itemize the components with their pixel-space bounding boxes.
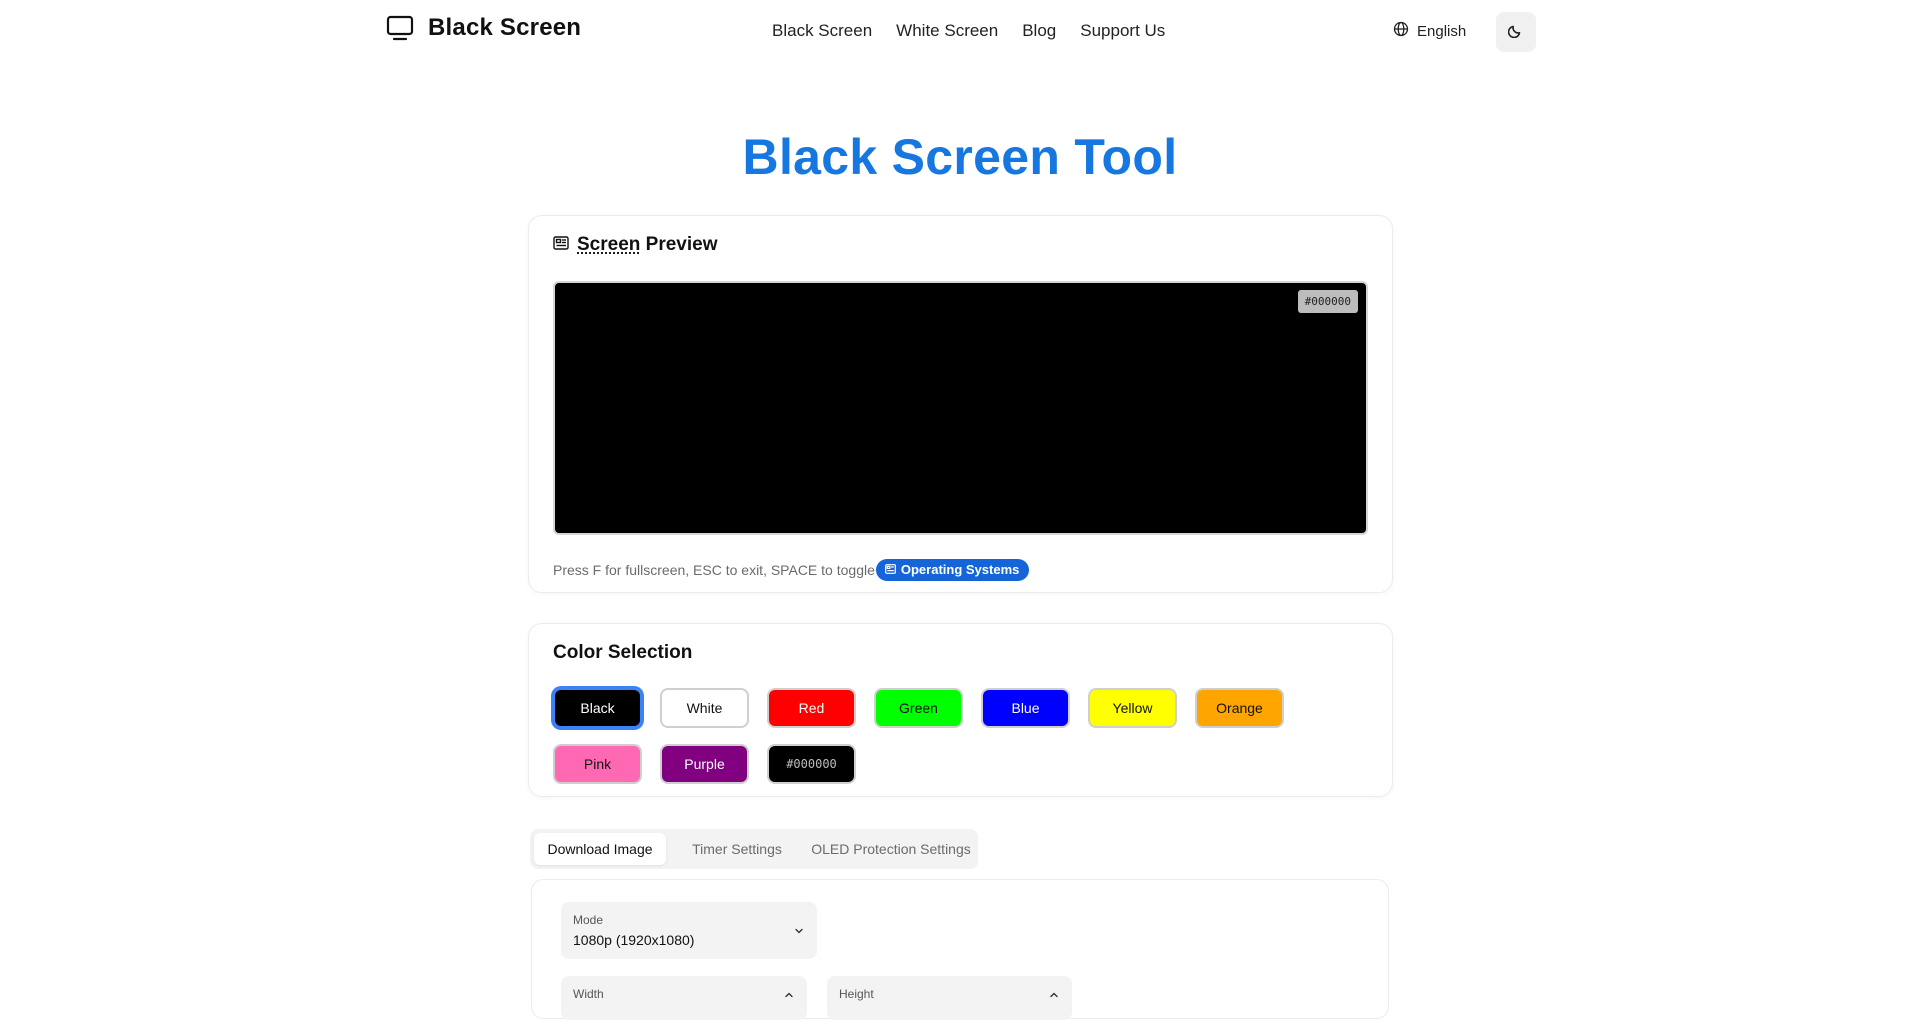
nav-blog[interactable]: Blog xyxy=(1022,21,1056,41)
tab-oled-protection-settings[interactable]: OLED Protection Settings xyxy=(808,833,974,865)
height-stepper[interactable]: Height xyxy=(827,976,1072,1020)
color-swatch-orange[interactable]: Orange xyxy=(1195,688,1284,728)
chevron-down-icon xyxy=(793,924,805,942)
globe-icon xyxy=(1393,21,1409,41)
color-swatch-red[interactable]: Red xyxy=(767,688,856,728)
screen-preview-heading: Screen Preview xyxy=(553,234,717,256)
color-swatch-yellow[interactable]: Yellow xyxy=(1088,688,1177,728)
os-pill-label: Operating Systems xyxy=(901,562,1020,577)
main-nav: Black Screen White Screen Blog Support U… xyxy=(772,21,1165,41)
screen-preview-card: Screen Preview #000000 Press F for fulls… xyxy=(528,215,1393,593)
settings-tabs: Download Image Timer Settings OLED Prote… xyxy=(530,829,978,869)
mode-select[interactable]: Mode 1080p (1920x1080) xyxy=(561,902,817,959)
color-selection-heading: Color Selection xyxy=(553,642,692,664)
page-title: Black Screen Tool xyxy=(0,128,1920,186)
hex-color-badge: #000000 xyxy=(1298,290,1358,313)
nav-white-screen[interactable]: White Screen xyxy=(896,21,998,41)
screen-preview-heading-link[interactable]: Screen xyxy=(577,234,640,255)
language-selector[interactable]: English xyxy=(1393,21,1466,41)
color-swatch-green[interactable]: Green xyxy=(874,688,963,728)
theme-toggle-button[interactable] xyxy=(1496,12,1536,52)
keyboard-hint-text: Press F for fullscreen, ESC to exit, SPA… xyxy=(553,562,875,578)
width-label: Width xyxy=(573,987,604,1001)
color-selection-card: Color Selection Black White Red Green Blue Ye… xyxy=(528,623,1393,797)
color-swatch-pink[interactable]: Pink xyxy=(553,744,642,784)
height-label: Height xyxy=(839,987,874,1001)
preview-screen[interactable]: #000000 xyxy=(553,281,1368,535)
tab-download-image[interactable]: Download Image xyxy=(534,833,666,865)
color-swatch-purple[interactable]: Purple xyxy=(660,744,749,784)
color-swatch-black[interactable]: Black xyxy=(553,688,642,728)
download-image-panel: Mode 1080p (1920x1080) Width Height xyxy=(531,879,1389,1019)
nav-black-screen[interactable]: Black Screen xyxy=(772,21,872,41)
width-stepper[interactable]: Width xyxy=(561,976,807,1020)
screen-preview-icon xyxy=(553,236,569,255)
brand-title: Black Screen xyxy=(428,14,581,42)
mode-label: Mode xyxy=(573,913,603,927)
operating-systems-pill[interactable]: Operating Systems xyxy=(876,559,1030,581)
monitor-icon xyxy=(386,15,414,41)
color-selection-title: Color Selection xyxy=(553,642,692,664)
keyboard-hint: Press F for fullscreen, ESC to exit, SPA… xyxy=(553,559,1029,581)
site-header: Black Screen Black Screen White Screen B… xyxy=(0,0,1920,64)
language-label: English xyxy=(1417,23,1466,40)
chevron-up-icon[interactable] xyxy=(783,988,795,1006)
moon-icon xyxy=(1508,22,1524,43)
screen-preview-heading-text: Preview xyxy=(640,234,717,255)
mode-value: 1080p (1920x1080) xyxy=(573,932,694,948)
color-swatch-custom-000000[interactable]: #000000 xyxy=(767,744,856,784)
color-swatch-white[interactable]: White xyxy=(660,688,749,728)
nav-support-us[interactable]: Support Us xyxy=(1080,21,1165,41)
tab-timer-settings[interactable]: Timer Settings xyxy=(674,833,800,865)
brand-logo-link[interactable]: Black Screen xyxy=(386,14,581,42)
color-swatch-blue[interactable]: Blue xyxy=(981,688,1070,728)
os-pill-icon xyxy=(885,562,896,577)
chevron-up-icon[interactable] xyxy=(1048,988,1060,1006)
